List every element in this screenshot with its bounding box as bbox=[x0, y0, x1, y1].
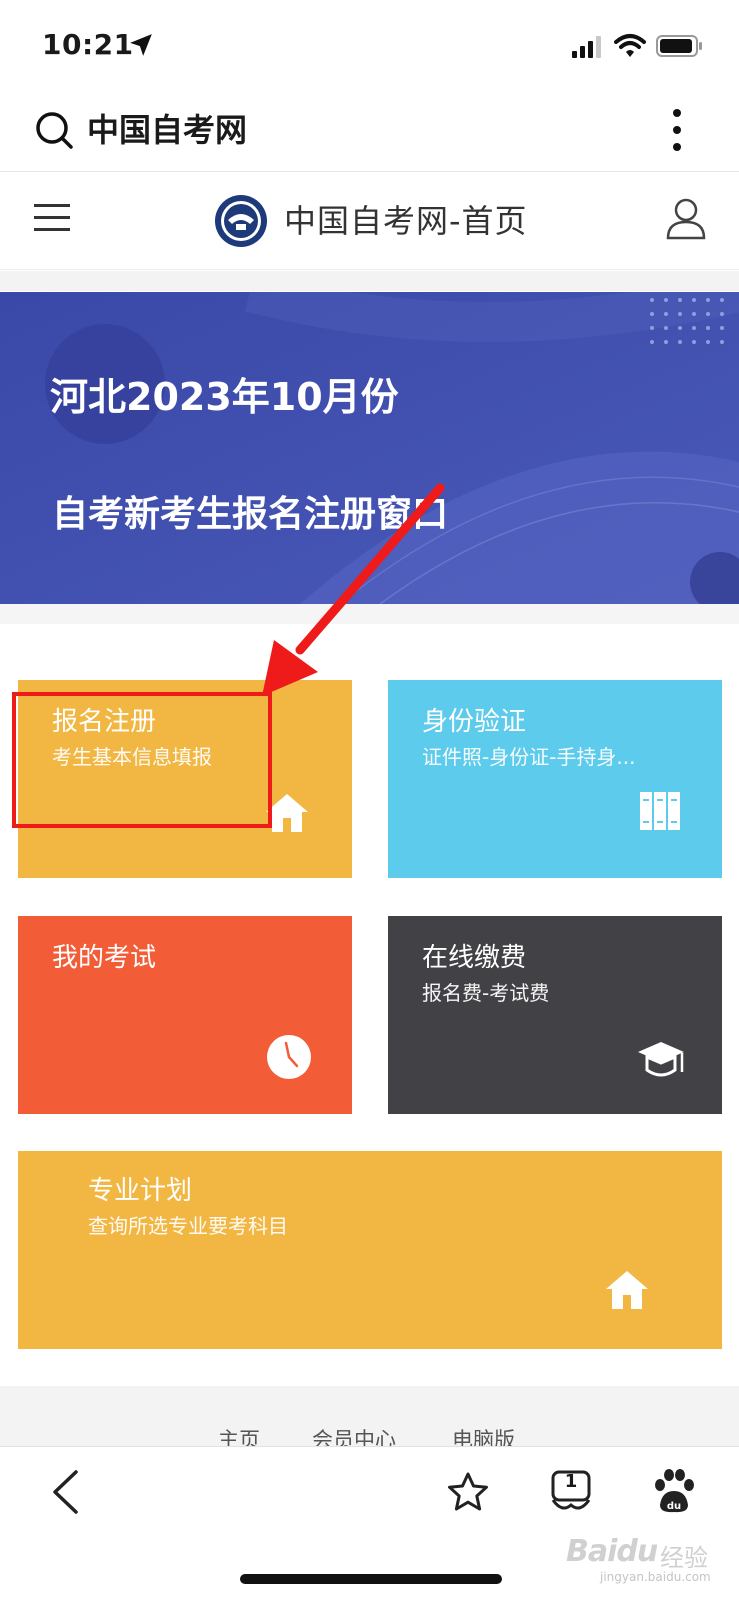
graduation-cap-icon bbox=[638, 1042, 684, 1077]
section-divider bbox=[0, 604, 739, 624]
browser-address-bar[interactable]: 中国自考网 bbox=[0, 92, 739, 172]
browser-query-text[interactable]: 中国自考网 bbox=[87, 108, 247, 152]
svg-text:du: du bbox=[667, 1501, 681, 1512]
star-icon[interactable] bbox=[446, 1471, 490, 1513]
hero-banner[interactable]: 河北2023年10月份 自考新考生报名注册窗口 bbox=[0, 292, 739, 604]
wifi-icon bbox=[614, 34, 646, 57]
footer-link-desktop[interactable]: 电脑版 bbox=[452, 1424, 515, 1446]
footer-link-member[interactable]: 会员中心 bbox=[312, 1424, 396, 1446]
online-payment-tile[interactable]: 在线缴费 报名费-考试费 bbox=[388, 916, 722, 1114]
cellular-signal-icon bbox=[572, 36, 601, 58]
baidu-paw-icon[interactable]: du bbox=[652, 1467, 696, 1515]
tile-subtitle: 报名费-考试费 bbox=[422, 981, 550, 1005]
watermark-brand: Baidu bbox=[566, 1534, 658, 1569]
home-indicator[interactable] bbox=[240, 1574, 502, 1584]
tile-title: 在线缴费 bbox=[422, 943, 527, 973]
highlight-box-annotation bbox=[12, 692, 272, 828]
my-exam-tile[interactable]: 我的考试 bbox=[18, 916, 352, 1114]
tile-title: 专业计划 bbox=[88, 1176, 193, 1206]
user-icon[interactable] bbox=[666, 198, 706, 240]
status-bar: 10:21 bbox=[0, 0, 739, 90]
watermark-url: jingyan.baidu.com bbox=[600, 1570, 711, 1584]
banner-decoration bbox=[0, 292, 739, 604]
more-options-icon[interactable] bbox=[672, 108, 682, 152]
footer-link-home[interactable]: 主页 bbox=[218, 1424, 260, 1446]
hamburger-menu-icon[interactable] bbox=[34, 202, 70, 234]
back-arrow-icon[interactable] bbox=[50, 1469, 80, 1515]
tab-count[interactable]: 1 bbox=[550, 1471, 592, 1492]
major-plan-tile[interactable]: 专业计划 查询所选专业要考科目 bbox=[18, 1151, 722, 1349]
home-icon bbox=[606, 1271, 648, 1309]
tile-subtitle: 证件照-身份证-手持身... bbox=[422, 745, 636, 769]
tile-title: 身份验证 bbox=[422, 707, 527, 737]
clock-icon bbox=[267, 1035, 311, 1079]
page-title: 中国自考网-首页 bbox=[284, 202, 528, 240]
book-icon bbox=[640, 792, 680, 830]
footer-links: 主页 会员中心 电脑版 bbox=[0, 1386, 739, 1446]
status-time: 10:21 bbox=[42, 28, 134, 61]
tile-subtitle: 查询所选专业要考科目 bbox=[88, 1214, 288, 1238]
search-icon[interactable] bbox=[34, 110, 74, 150]
watermark-cn: 经验 bbox=[660, 1544, 708, 1572]
battery-icon bbox=[656, 35, 702, 57]
banner-subheadline: 自考新考生报名注册窗口 bbox=[52, 494, 449, 535]
tile-title: 我的考试 bbox=[52, 943, 157, 973]
identity-verify-tile[interactable]: 身份验证 证件照-身份证-手持身... bbox=[388, 680, 722, 878]
section-divider bbox=[0, 271, 739, 291]
location-arrow-icon bbox=[130, 34, 152, 56]
site-header: 中国自考网-首页 bbox=[0, 172, 739, 270]
banner-headline: 河北2023年10月份 bbox=[50, 375, 399, 419]
site-logo bbox=[215, 195, 267, 247]
